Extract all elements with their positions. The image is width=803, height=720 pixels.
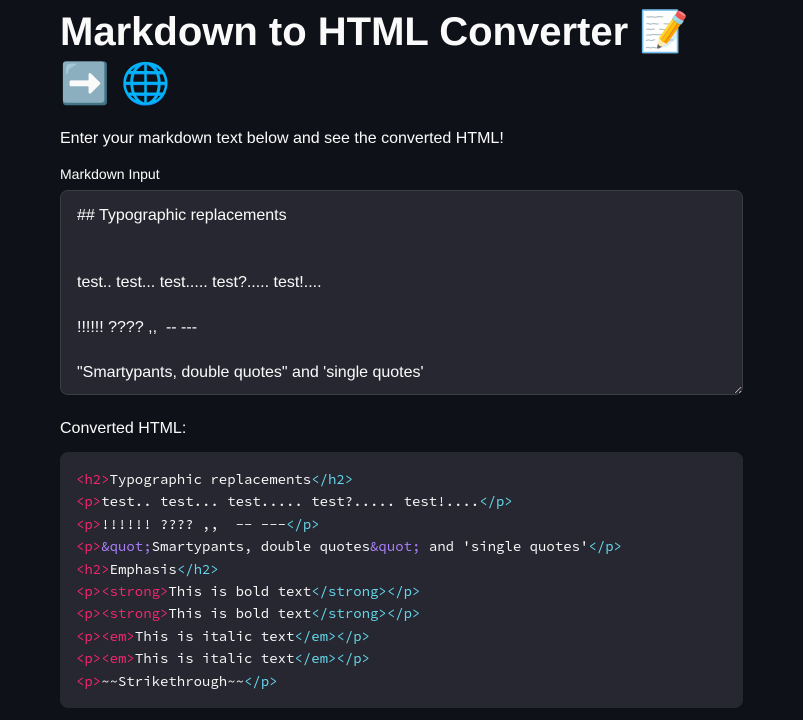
code-token: </em> [294,649,336,667]
code-token: <h2> [76,470,110,488]
code-token: </p> [479,492,513,510]
code-token: </p> [387,604,421,622]
code-token: <p> [76,537,101,555]
code-token: <strong> [101,582,168,600]
code-token: </p> [387,582,421,600]
code-token: This is bold text [168,582,311,600]
code-token: </p> [286,515,320,533]
code-token: </strong> [311,582,387,600]
code-token: <p> [76,672,101,690]
code-token: This is bold text [168,604,311,622]
intro-text: Enter your markdown text below and see t… [60,130,743,148]
code-token: test.. test... test..... test?..... test… [101,492,479,510]
code-token: <p> [76,627,101,645]
code-token: <p> [76,604,101,622]
code-token: <em> [101,627,135,645]
code-token: <h2> [76,560,110,578]
code-token: <p> [76,649,101,667]
html-output: <h2>Typographic replacements</h2> <p>tes… [60,452,743,708]
code-token: </p> [588,537,622,555]
code-token: Emphasis [110,560,177,578]
code-token: This is italic text [135,627,295,645]
code-token: </h2> [311,470,353,488]
page-title: Markdown to HTML Converter 📝 ➡️ 🌐 [60,0,743,110]
code-token: </p> [244,672,278,690]
code-token: </p> [336,649,370,667]
code-token: </em> [294,627,336,645]
code-token: <p> [76,515,101,533]
code-token: !!!!!! ???? ,, -- --- [101,515,286,533]
markdown-input[interactable] [60,190,743,395]
code-token: <p> [76,582,101,600]
code-token: ~~Strikethrough~~ [101,672,244,690]
code-token: &quot; [101,537,151,555]
code-token: and 'single quotes' [420,537,588,555]
markdown-input-label: Markdown Input [60,166,743,182]
output-label: Converted HTML: [60,420,743,438]
code-token: <strong> [101,604,168,622]
code-token: </h2> [177,560,219,578]
code-token: Typographic replacements [110,470,312,488]
code-token: </p> [336,627,370,645]
code-token: <p> [76,492,101,510]
code-token: </strong> [311,604,387,622]
code-token: Smartypants, double quotes [152,537,370,555]
code-token: <em> [101,649,135,667]
code-token: This is italic text [135,649,295,667]
code-token: &quot; [370,537,420,555]
